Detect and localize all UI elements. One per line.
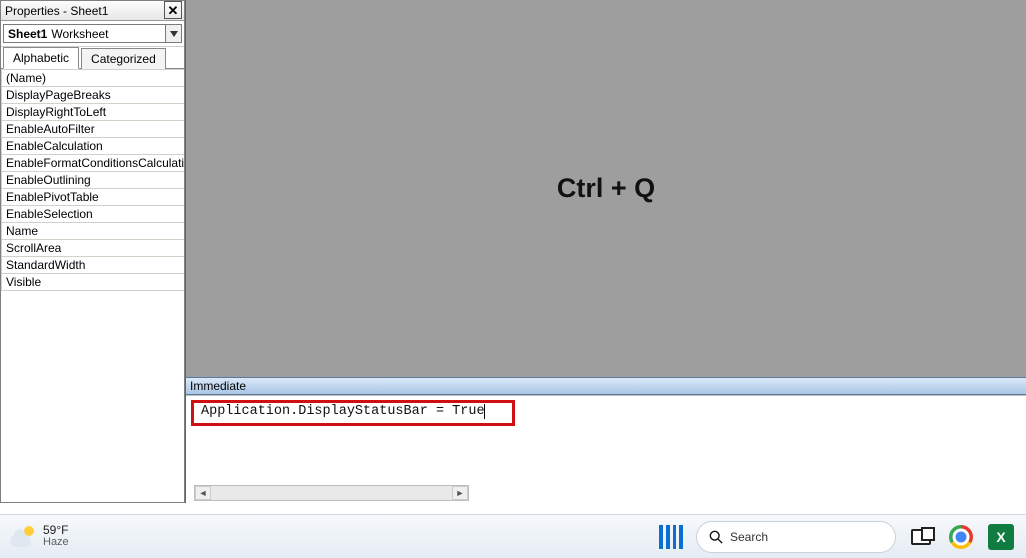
weather-text: 59°F Haze [43,524,69,548]
immediate-horizontal-scrollbar[interactable]: ◄ ► [194,485,469,501]
chrome-icon [949,525,973,549]
properties-object-row: Sheet1 Worksheet [1,21,184,47]
task-view-button[interactable] [906,522,936,552]
property-name: DisplayRightToLeft [2,104,185,121]
property-row[interactable]: NameSheet1 [2,223,185,240]
property-name: Name [2,223,185,240]
property-name: ScrollArea [2,240,185,257]
property-name: Visible [2,274,185,291]
property-name: EnableFormatConditionsCalculation [2,155,185,172]
immediate-window[interactable]: Application.DisplayStatusBar = True ◄ ► [186,395,1026,503]
right-area: Ctrl + Q Immediate Application.DisplaySt… [185,0,1026,503]
property-name: EnableCalculation [2,138,185,155]
property-name: (Name) [2,70,185,87]
property-row[interactable]: EnableSelection0 - xlNoRestrictions [2,206,185,223]
scroll-left-arrow[interactable]: ◄ [195,486,211,500]
property-row[interactable]: ScrollArea [2,240,185,257]
tab-categorized[interactable]: Categorized [81,48,166,69]
property-row[interactable]: DisplayPageBreaksFalse [2,87,185,104]
properties-panel: Properties - Sheet1 ✕ Sheet1 Worksheet A… [0,0,185,503]
immediate-window-titlebar: Immediate [186,377,1026,395]
property-name: EnableSelection [2,206,185,223]
property-name: EnableOutlining [2,172,185,189]
property-name: StandardWidth [2,257,185,274]
immediate-window-title: Immediate [190,379,246,393]
property-name: DisplayPageBreaks [2,87,185,104]
taskbar-search-placeholder: Search [730,530,768,544]
taskbar-excel-button[interactable]: X [986,522,1016,552]
weather-condition: Haze [43,537,69,549]
properties-title: Properties - Sheet1 [3,4,108,18]
search-icon [709,530,723,544]
property-row[interactable]: Visible-1 - xlSheetVisible [2,274,185,291]
tab-alphabetic[interactable]: Alphabetic [3,47,79,69]
property-row[interactable]: EnableCalculationTrue [2,138,185,155]
immediate-input-text[interactable]: Application.DisplayStatusBar = True [201,404,485,419]
property-name: EnablePivotTable [2,189,185,206]
code-pane: Ctrl + Q [186,0,1026,377]
properties-tabs: Alphabetic Categorized [1,47,184,69]
task-view-icon [911,529,931,545]
taskbar-search[interactable]: Search [696,521,896,553]
properties-object-name: Sheet1 [8,27,47,41]
chevron-down-icon [170,31,178,37]
start-button[interactable] [656,522,686,552]
properties-titlebar: Properties - Sheet1 ✕ [1,1,184,21]
property-row[interactable]: (Name)Sheet1 [2,70,185,87]
property-row[interactable]: DisplayRightToLeftFalse [2,104,185,121]
excel-icon: X [988,524,1014,550]
property-row[interactable]: EnableFormatConditionsCalculationTrue [2,155,185,172]
scroll-right-arrow[interactable]: ► [452,486,468,500]
text-caret [484,404,485,419]
properties-grid: (Name)Sheet1DisplayPageBreaksFalseDispla… [1,69,184,502]
property-row[interactable]: EnableOutliningFalse [2,172,185,189]
shortcut-overlay-label: Ctrl + Q [557,173,655,204]
property-row[interactable]: EnablePivotTableFalse [2,189,185,206]
properties-object-type: Worksheet [51,27,108,41]
taskbar-chrome-button[interactable] [946,522,976,552]
dropdown-button[interactable] [165,25,181,42]
properties-object-dropdown[interactable]: Sheet1 Worksheet [3,24,182,43]
properties-close-button[interactable]: ✕ [164,1,182,19]
taskbar-weather-widget[interactable]: 59°F Haze [10,524,69,550]
close-icon: ✕ [168,4,179,17]
property-row[interactable]: StandardWidth8.43 [2,257,185,274]
property-name: EnableAutoFilter [2,121,185,138]
taskbar: 59°F Haze Search X [0,514,1026,558]
property-row[interactable]: EnableAutoFilterFalse [2,121,185,138]
weather-icon [10,524,36,550]
